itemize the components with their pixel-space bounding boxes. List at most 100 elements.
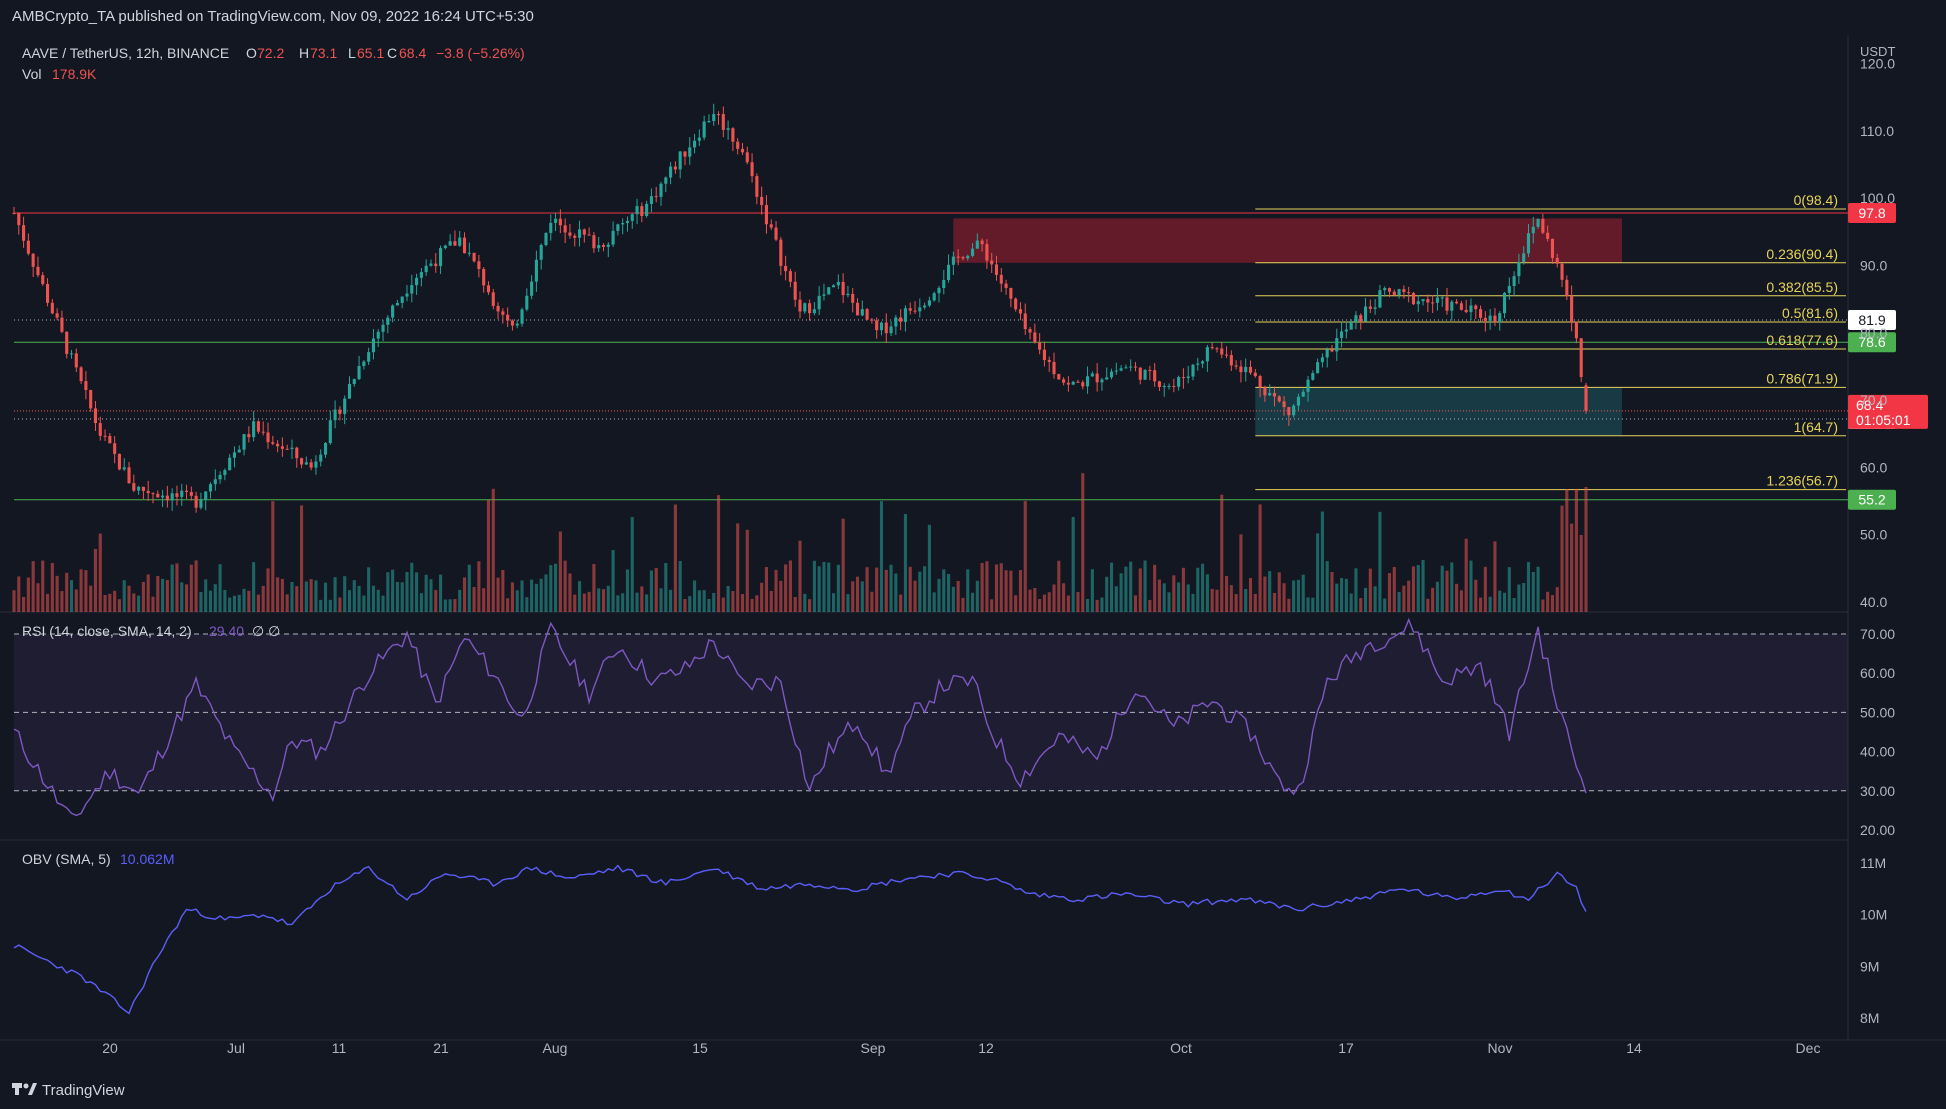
candle-body bbox=[79, 367, 83, 382]
volume-bar bbox=[961, 597, 965, 612]
volume-bar bbox=[1239, 534, 1243, 612]
candle-body bbox=[1177, 377, 1181, 387]
candle-body bbox=[903, 308, 907, 322]
rsi-extra: ∅ ∅ bbox=[252, 623, 280, 639]
volume-bar bbox=[1210, 588, 1214, 612]
volume-bar bbox=[386, 572, 390, 612]
rsi-tick-2: 40.00 bbox=[1860, 744, 1895, 760]
candle-body bbox=[1191, 364, 1195, 377]
candle-body bbox=[745, 152, 749, 163]
volume-bar bbox=[846, 594, 850, 612]
volume-bar bbox=[1306, 597, 1310, 612]
date-tick-5: 15 bbox=[692, 1040, 708, 1056]
candle-body bbox=[1330, 349, 1334, 352]
candle-body bbox=[1584, 385, 1588, 411]
candle-body bbox=[506, 314, 510, 321]
volume-bar bbox=[855, 576, 860, 612]
candle-body bbox=[132, 483, 136, 491]
volume-bar bbox=[1335, 583, 1339, 612]
candle-body bbox=[1526, 233, 1531, 254]
volume-bar bbox=[923, 566, 927, 612]
candle-body bbox=[242, 434, 246, 450]
candle-body bbox=[1479, 309, 1483, 318]
volume-bar bbox=[1181, 567, 1185, 612]
volume-bar bbox=[702, 590, 706, 612]
volume-bar bbox=[141, 581, 145, 612]
volume-bar bbox=[1522, 583, 1526, 612]
volume-bar bbox=[774, 569, 778, 612]
volume-bar bbox=[1565, 489, 1569, 612]
volume-bar bbox=[688, 596, 692, 612]
candle-body bbox=[688, 147, 692, 157]
volume-bar bbox=[74, 589, 78, 612]
candle-body bbox=[817, 295, 821, 310]
legend-ohlc-h-value: 73.1 bbox=[310, 45, 337, 61]
volume-bar bbox=[601, 589, 606, 612]
volume-bar bbox=[1296, 579, 1300, 612]
date-tick-7: 12 bbox=[978, 1040, 994, 1056]
date-tick-6: Sep bbox=[861, 1040, 886, 1056]
candle-body bbox=[1162, 385, 1166, 388]
candle-body bbox=[323, 443, 328, 455]
candle-body bbox=[1450, 301, 1454, 311]
candle-body bbox=[122, 467, 126, 470]
volume-bar bbox=[84, 570, 88, 612]
volume-bar bbox=[1086, 598, 1090, 612]
candle-body bbox=[899, 317, 903, 322]
candle-body bbox=[1344, 329, 1348, 332]
volume-bar bbox=[1330, 572, 1334, 612]
volume-bar bbox=[55, 575, 59, 612]
volume-bar bbox=[659, 588, 663, 612]
candle-body bbox=[1263, 387, 1267, 396]
candle-body bbox=[640, 206, 644, 217]
candle-body bbox=[1296, 396, 1300, 406]
volume-bar bbox=[726, 586, 730, 612]
volume-bar bbox=[1143, 560, 1147, 612]
candle-body bbox=[462, 237, 467, 254]
candle-body bbox=[1311, 373, 1315, 380]
volume-bar bbox=[1253, 594, 1257, 612]
candle-body bbox=[994, 264, 999, 275]
obv-layer bbox=[13, 864, 1587, 1015]
candle-body bbox=[477, 261, 481, 270]
volume-bar bbox=[1186, 584, 1190, 612]
volume-bar bbox=[1512, 597, 1516, 612]
candle-body bbox=[788, 271, 792, 282]
candle-body bbox=[36, 266, 40, 276]
candle-body bbox=[1349, 322, 1353, 330]
candle-body bbox=[942, 280, 946, 288]
volume-bar bbox=[1272, 592, 1277, 612]
candle-body bbox=[352, 379, 356, 384]
volume-bar bbox=[1488, 596, 1492, 612]
candle-body bbox=[1325, 349, 1329, 358]
volume-bar bbox=[1349, 593, 1353, 612]
volume-bar bbox=[108, 593, 112, 612]
volume-bar bbox=[458, 589, 462, 612]
candle-body bbox=[1234, 365, 1238, 367]
volume-bar bbox=[1416, 565, 1420, 612]
candle-body bbox=[793, 281, 797, 300]
rsi-tick-0: 20.00 bbox=[1860, 822, 1895, 838]
candle-body bbox=[673, 166, 677, 170]
volume-bar bbox=[932, 592, 936, 612]
candle-body bbox=[726, 128, 730, 130]
tradingview-logo[interactable]: TradingView bbox=[12, 1082, 125, 1099]
volume-bar bbox=[669, 589, 673, 612]
candle-body bbox=[755, 176, 759, 197]
candle-body bbox=[716, 114, 721, 116]
volume-bar bbox=[534, 583, 538, 612]
volume-bar bbox=[103, 594, 107, 612]
volume-bar bbox=[731, 591, 735, 612]
chart-canvas[interactable]: 97.878.655.281.967.20(98.4)0.236(90.4)0.… bbox=[0, 0, 1946, 1109]
candle-body bbox=[669, 166, 673, 178]
volume-bar bbox=[788, 560, 792, 612]
candle-body bbox=[616, 224, 620, 231]
volume-bar bbox=[1109, 562, 1114, 612]
candle-body bbox=[1316, 362, 1320, 374]
candle-body bbox=[1373, 307, 1377, 309]
candle-body bbox=[1038, 342, 1042, 350]
candle-body bbox=[12, 213, 16, 215]
fib-label-0: 0(98.4) bbox=[1794, 192, 1838, 208]
candle-body bbox=[1550, 238, 1555, 258]
volume-bar bbox=[496, 577, 500, 612]
